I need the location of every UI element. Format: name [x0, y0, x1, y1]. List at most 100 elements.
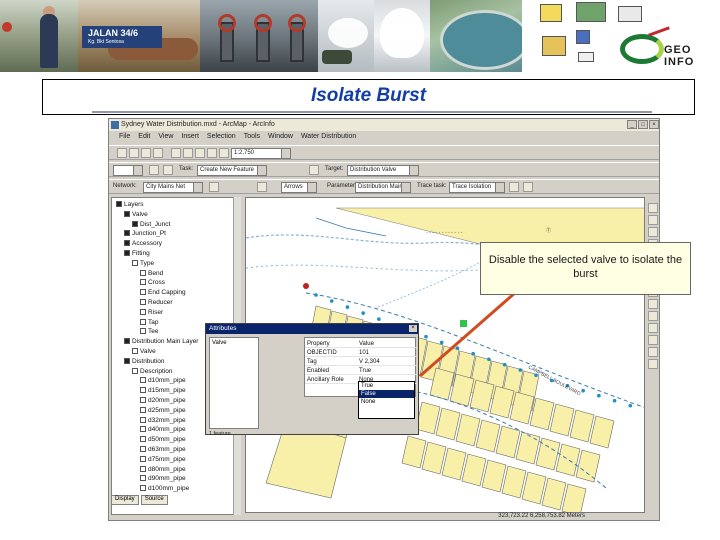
- valve-point[interactable]: [487, 357, 491, 362]
- toc-item[interactable]: End Capping: [140, 289, 186, 297]
- dropdown-option[interactable]: None: [359, 398, 414, 406]
- layer-checkbox[interactable]: [140, 475, 146, 482]
- valve-point[interactable]: [581, 388, 585, 393]
- select-features-icon[interactable]: [648, 299, 658, 309]
- target-combo[interactable]: Distribution Valve: [347, 165, 419, 176]
- toc-item[interactable]: d25mm_pipe: [140, 406, 186, 415]
- hyperlink-icon[interactable]: [648, 359, 658, 369]
- menu-tools[interactable]: Tools: [244, 133, 260, 143]
- feature-tree[interactable]: Valve: [209, 337, 259, 429]
- editor-menu[interactable]: [113, 165, 143, 176]
- print-icon[interactable]: [153, 148, 163, 158]
- toc-item[interactable]: d80mm_pipe: [140, 465, 186, 474]
- toc-item[interactable]: Dist_Junct: [132, 220, 170, 229]
- layer-checkbox[interactable]: [140, 397, 146, 403]
- toc-item[interactable]: Reducer: [140, 299, 173, 307]
- scale-combo[interactable]: 1:2,750: [231, 148, 291, 159]
- menu-file[interactable]: File: [119, 133, 130, 143]
- layer-checkbox[interactable]: [140, 436, 146, 443]
- save-icon[interactable]: [141, 148, 151, 158]
- layer-checkbox[interactable]: [140, 318, 146, 325]
- zoom-in-icon[interactable]: [648, 203, 658, 213]
- toc-item[interactable]: Type: [132, 259, 154, 268]
- toc-item[interactable]: d90mm_pipe: [140, 475, 186, 483]
- dropdown-option[interactable]: False: [359, 390, 414, 398]
- valve-point[interactable]: [345, 305, 350, 309]
- trace-options-icon[interactable]: [523, 182, 533, 192]
- toc-item[interactable]: Bend: [140, 269, 163, 278]
- new-icon[interactable]: [117, 148, 127, 158]
- layer-checkbox[interactable]: [132, 367, 138, 374]
- valve-point[interactable]: [439, 340, 444, 345]
- fixed-zoom-in-icon[interactable]: [648, 227, 658, 237]
- layer-checkbox[interactable]: [132, 348, 138, 354]
- attributes-close-button[interactable]: ×: [409, 325, 417, 332]
- flow-icon[interactable]: [209, 182, 219, 192]
- toc-item[interactable]: Distribution: [124, 357, 165, 366]
- minimize-button[interactable]: _: [627, 120, 637, 129]
- toc-item[interactable]: Accessory: [124, 240, 162, 248]
- zoom-out-icon[interactable]: [648, 215, 658, 225]
- layer-checkbox[interactable]: [140, 416, 146, 423]
- valve-point[interactable]: [502, 362, 507, 367]
- menu-view[interactable]: View: [158, 133, 173, 143]
- identify-icon[interactable]: [648, 323, 658, 333]
- layer-checkbox[interactable]: [124, 240, 130, 247]
- layer-checkbox[interactable]: [124, 357, 130, 364]
- menu-insert[interactable]: Insert: [181, 133, 199, 143]
- toc-item[interactable]: d100mm_pipe: [140, 485, 189, 493]
- menu-selection[interactable]: Selection: [207, 133, 236, 143]
- toc-item[interactable]: d32mm_pipe: [140, 416, 186, 425]
- valve-point[interactable]: [628, 403, 633, 408]
- layer-checkbox[interactable]: [140, 465, 146, 472]
- delete-icon[interactable]: [207, 148, 217, 158]
- toc-item[interactable]: Distribution Main Layer: [124, 338, 198, 346]
- valve-point[interactable]: [518, 368, 523, 372]
- tab-display[interactable]: Display: [111, 495, 139, 505]
- attribute-row[interactable]: OBJECTID 101: [305, 349, 417, 357]
- toc-item[interactable]: d10mm_pipe: [140, 377, 186, 385]
- flag-icon[interactable]: [257, 182, 267, 192]
- toc-item[interactable]: Tee: [140, 328, 158, 336]
- dropdown-option[interactable]: True: [359, 382, 414, 390]
- cut-icon[interactable]: [171, 148, 181, 158]
- menu-window[interactable]: Window: [268, 133, 293, 143]
- valve-point[interactable]: [455, 346, 460, 350]
- toc-item[interactable]: d63mm_pipe: [140, 446, 186, 454]
- tab-source[interactable]: Source: [140, 495, 168, 505]
- network-combo[interactable]: City Mains Net: [143, 182, 203, 193]
- edit-tool-icon[interactable]: [149, 165, 159, 175]
- maximize-button[interactable]: □: [638, 120, 648, 129]
- toc-item[interactable]: d40mm_pipe: [140, 426, 186, 434]
- layer-checkbox[interactable]: [132, 220, 138, 227]
- layer-checkbox[interactable]: [140, 289, 146, 296]
- toc-item[interactable]: d50mm_pipe: [140, 436, 186, 444]
- layer-checkbox[interactable]: [124, 250, 130, 256]
- layer-checkbox[interactable]: [140, 446, 146, 452]
- attribute-row[interactable]: Property Value: [305, 340, 417, 348]
- valve-point[interactable]: [377, 317, 381, 321]
- parameter-combo[interactable]: Distribution Main: [355, 182, 411, 193]
- measure-icon[interactable]: [648, 347, 658, 357]
- attribute-row[interactable]: Tag V 2,304: [305, 358, 417, 366]
- open-icon[interactable]: [129, 148, 139, 158]
- paste-icon[interactable]: [195, 148, 205, 158]
- attributes-icon[interactable]: [309, 165, 319, 175]
- sketch-tool-icon[interactable]: [163, 165, 173, 175]
- valve-point[interactable]: [471, 351, 475, 356]
- layer-checkbox[interactable]: [140, 485, 146, 492]
- layer-checkbox[interactable]: [140, 279, 146, 286]
- valve-point[interactable]: [644, 409, 645, 413]
- close-button[interactable]: ×: [649, 120, 659, 129]
- layer-checkbox[interactable]: [140, 377, 146, 384]
- copy-icon[interactable]: [183, 148, 193, 158]
- toc-item[interactable]: Valve: [132, 348, 156, 356]
- flow-display-combo[interactable]: Arrows: [281, 182, 317, 193]
- attribute-row[interactable]: Enabled True: [305, 367, 417, 375]
- layer-checkbox[interactable]: [124, 338, 130, 345]
- menu-edit[interactable]: Edit: [138, 133, 150, 143]
- layer-checkbox[interactable]: [140, 455, 146, 462]
- layer-checkbox[interactable]: [140, 308, 146, 315]
- toc-item[interactable]: Riser: [140, 308, 163, 317]
- layer-checkbox[interactable]: [140, 406, 146, 413]
